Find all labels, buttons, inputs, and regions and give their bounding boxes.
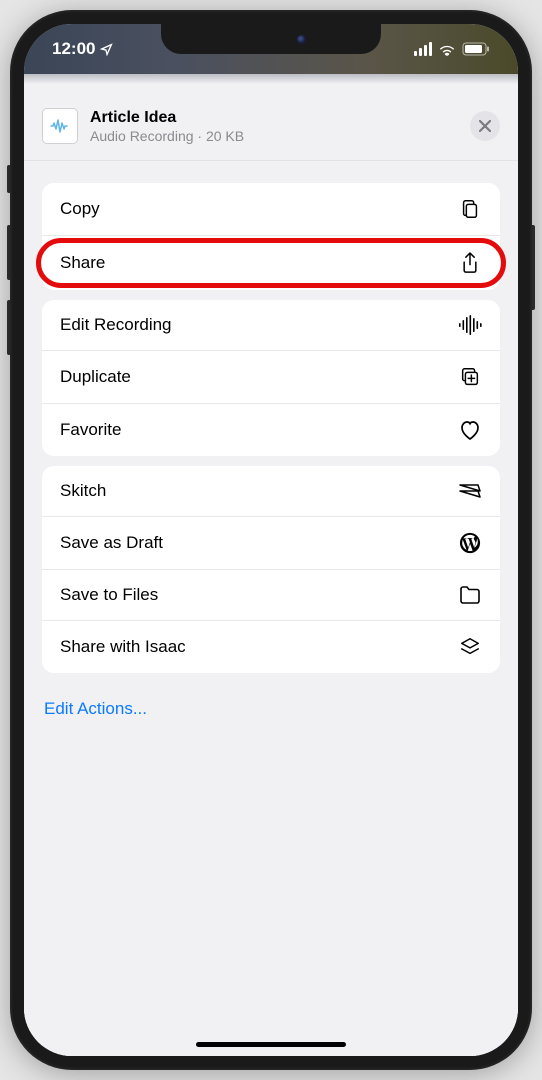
heart-icon (458, 419, 482, 441)
waveform-icon (458, 315, 482, 335)
duplicate-row[interactable]: Duplicate (42, 351, 500, 404)
action-label: Copy (60, 199, 100, 219)
skitch-icon (458, 482, 482, 500)
action-group: Copy Share (42, 183, 500, 290)
share-row[interactable]: Share (42, 236, 500, 290)
share-sheet: Article Idea Audio Recording · 20 KB Cop… (24, 94, 518, 1056)
sheet-header: Article Idea Audio Recording · 20 KB (24, 94, 518, 161)
action-group: Edit Recording Duplicate Favorite (42, 300, 500, 456)
highlight-annotation (36, 238, 506, 288)
save-to-files-row[interactable]: Save to Files (42, 570, 500, 621)
phone-frame: 12:00 Artic (10, 10, 532, 1070)
copy-row[interactable]: Copy (42, 183, 500, 236)
action-label: Favorite (60, 420, 121, 440)
sheet-body: Copy Share Edit Recording Duplicate Favorite… (24, 161, 518, 735)
save-as-draft-row[interactable]: Save as Draft (42, 517, 500, 570)
close-button[interactable] (470, 111, 500, 141)
action-label: Skitch (60, 481, 106, 501)
battery-icon (462, 42, 490, 56)
action-label: Edit Recording (60, 315, 172, 335)
favorite-row[interactable]: Favorite (42, 404, 500, 456)
edit-recording-row[interactable]: Edit Recording (42, 300, 500, 351)
audio-waveform-icon (50, 119, 70, 133)
time-text: 12:00 (52, 39, 95, 59)
action-label: Save as Draft (60, 533, 163, 553)
action-group: Skitch Save as Draft Save to Files Share wi… (42, 466, 500, 673)
home-indicator[interactable] (196, 1042, 346, 1047)
share-with-isaac-row[interactable]: Share with Isaac (42, 621, 500, 673)
folder-icon (458, 585, 482, 605)
edit-actions-link[interactable]: Edit Actions... (42, 683, 500, 735)
status-time: 12:00 (52, 39, 113, 59)
action-label: Share with Isaac (60, 637, 186, 657)
file-thumbnail (42, 108, 78, 144)
share-icon (458, 251, 482, 275)
action-label: Save to Files (60, 585, 158, 605)
copy-icon (458, 198, 482, 220)
screen: 12:00 Artic (24, 24, 518, 1056)
location-icon (100, 43, 113, 56)
file-subtitle: Audio Recording · 20 KB (90, 128, 470, 144)
skitch-row[interactable]: Skitch (42, 466, 500, 517)
close-icon (479, 120, 491, 132)
file-title: Article Idea (90, 109, 470, 127)
wordpress-icon (458, 532, 482, 554)
action-label: Duplicate (60, 367, 131, 387)
wifi-icon (438, 42, 456, 56)
action-label: Share (60, 253, 105, 273)
notch (161, 24, 381, 54)
duplicate-icon (458, 366, 482, 388)
stack-icon (458, 636, 482, 658)
cellular-signal-icon (414, 42, 432, 56)
